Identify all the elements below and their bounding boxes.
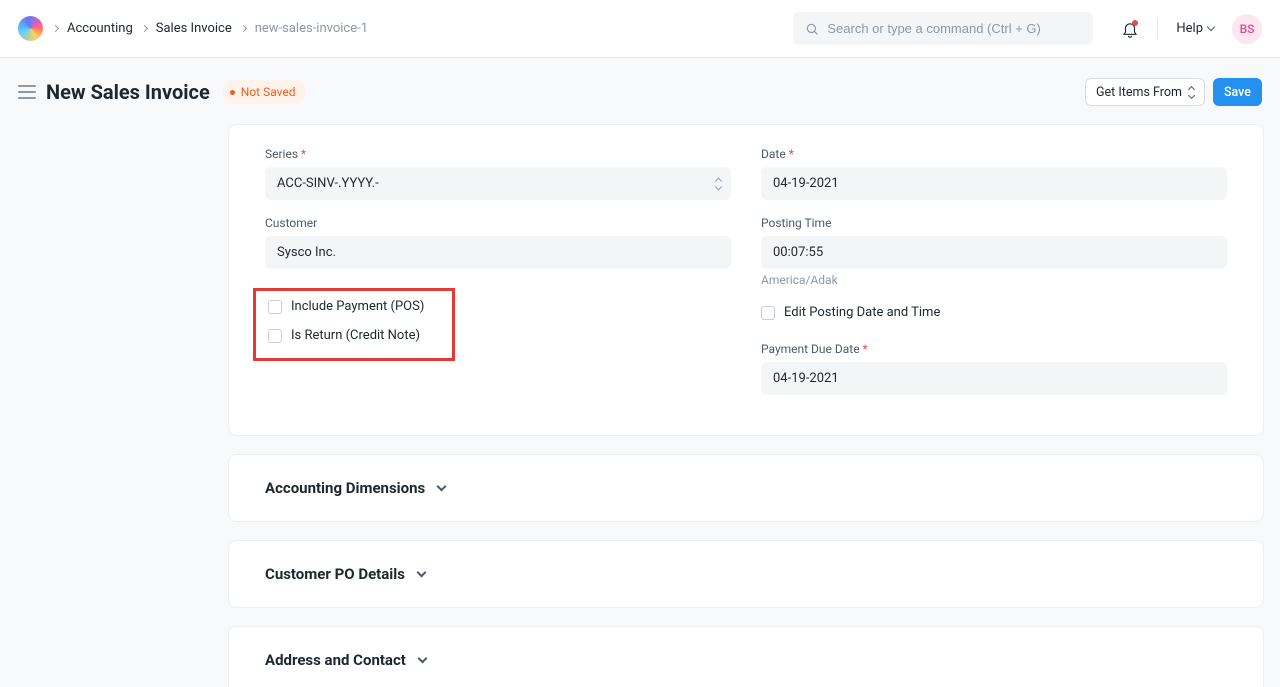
chevron-right-icon: [240, 25, 247, 32]
label-date: Date *: [761, 147, 1227, 161]
include-payment-checkbox[interactable]: [268, 300, 282, 314]
section-accounting-dimensions: Accounting Dimensions: [228, 454, 1264, 522]
select-updown-icon: [1189, 87, 1194, 98]
page-header: New Sales Invoice Not Saved Get Items Fr…: [0, 78, 1280, 124]
notifications-button[interactable]: [1121, 19, 1139, 39]
customer-input[interactable]: Sysco Inc.: [265, 236, 731, 269]
label-customer: Customer: [265, 216, 731, 230]
search-icon: [805, 22, 819, 36]
chevron-right-icon: [141, 25, 148, 32]
page-title: New Sales Invoice: [46, 80, 210, 104]
section-address-contact: Address and Contact: [228, 626, 1264, 687]
is-return-checkbox[interactable]: [268, 329, 282, 343]
posting-time-tz: America/Adak: [761, 273, 1227, 287]
label-posting-time: Posting Time: [761, 216, 1227, 230]
notification-dot-icon: [1132, 20, 1138, 26]
field-include-payment: Include Payment (POS): [268, 299, 424, 314]
help-menu[interactable]: Help: [1176, 21, 1214, 36]
required-icon: *: [863, 342, 868, 356]
breadcrumb-sales-invoice[interactable]: Sales Invoice: [156, 21, 232, 36]
edit-posting-checkbox[interactable]: [761, 306, 775, 320]
section-toggle-accounting-dimensions[interactable]: Accounting Dimensions: [265, 479, 1227, 497]
highlight-box: Include Payment (POS) Is Return (Credit …: [253, 288, 455, 361]
chevron-down-icon: [417, 654, 427, 664]
nav-right: Help BS: [1121, 14, 1262, 44]
field-payment-due-date: Payment Due Date * 04-19-2021: [761, 342, 1227, 395]
chevron-right-icon: [52, 25, 59, 32]
field-customer: Customer Sysco Inc.: [265, 216, 731, 269]
status-badge: Not Saved: [223, 80, 305, 104]
payment-due-date-value: 04-19-2021: [773, 371, 839, 386]
field-series: Series * ACC-SINV-.YYYY.-: [265, 147, 731, 200]
section-toggle-customer-po-details[interactable]: Customer PO Details: [265, 565, 1227, 583]
navbar: Accounting Sales Invoice new-sales-invoi…: [0, 0, 1280, 58]
search-input[interactable]: [827, 21, 1081, 36]
chevron-down-icon: [437, 482, 447, 492]
field-edit-posting: Edit Posting Date and Time: [761, 305, 1227, 320]
save-button[interactable]: Save: [1213, 78, 1262, 106]
series-select[interactable]: ACC-SINV-.YYYY.-: [265, 167, 731, 200]
field-is-return: Is Return (Credit Note): [268, 328, 424, 343]
form-right-column: Date * 04-19-2021 Posting Time 00:07:55 …: [761, 147, 1227, 395]
label-payment-due-date: Payment Due Date *: [761, 342, 1227, 356]
posting-time-value: 00:07:55: [773, 245, 823, 260]
payment-due-date-input[interactable]: 04-19-2021: [761, 362, 1227, 395]
date-input[interactable]: 04-19-2021: [761, 167, 1227, 200]
help-label: Help: [1176, 21, 1203, 36]
required-icon: *: [301, 147, 306, 161]
vertical-divider: [1157, 19, 1158, 39]
label-series: Series *: [265, 147, 731, 161]
chevron-down-icon: [1207, 23, 1215, 31]
main-area: New Sales Invoice Not Saved Get Items Fr…: [0, 58, 1280, 687]
series-value: ACC-SINV-.YYYY.-: [277, 176, 379, 191]
is-return-label: Is Return (Credit Note): [291, 328, 420, 343]
section-title: Accounting Dimensions: [265, 479, 425, 497]
breadcrumb-accounting[interactable]: Accounting: [67, 21, 133, 36]
user-avatar[interactable]: BS: [1232, 14, 1262, 44]
customer-value: Sysco Inc.: [277, 245, 336, 260]
form-card: Series * ACC-SINV-.YYYY.- Customer: [228, 124, 1264, 436]
section-customer-po-details: Customer PO Details: [228, 540, 1264, 608]
section-title: Customer PO Details: [265, 565, 405, 583]
sidebar-toggle-icon[interactable]: [18, 85, 36, 99]
status-dot-icon: [230, 90, 235, 95]
global-search[interactable]: [793, 12, 1093, 45]
breadcrumb-current: new-sales-invoice-1: [255, 21, 368, 36]
field-date: Date * 04-19-2021: [761, 147, 1227, 200]
section-title: Address and Contact: [265, 651, 406, 669]
app-logo[interactable]: [18, 16, 43, 41]
chevron-down-icon: [416, 568, 426, 578]
form-left-column: Series * ACC-SINV-.YYYY.- Customer: [265, 147, 731, 395]
posting-time-input[interactable]: 00:07:55: [761, 236, 1227, 269]
status-text: Not Saved: [241, 85, 296, 99]
get-items-from-label: Get Items From: [1096, 85, 1182, 100]
edit-posting-label: Edit Posting Date and Time: [784, 305, 940, 320]
field-posting-time: Posting Time 00:07:55 America/Adak: [761, 216, 1227, 287]
get-items-from-button[interactable]: Get Items From: [1085, 78, 1205, 106]
section-toggle-address-contact[interactable]: Address and Contact: [265, 651, 1227, 669]
select-updown-icon: [716, 178, 721, 189]
date-value: 04-19-2021: [773, 176, 839, 191]
required-icon: *: [789, 147, 794, 161]
breadcrumb: Accounting Sales Invoice new-sales-invoi…: [53, 21, 368, 36]
include-payment-label: Include Payment (POS): [291, 299, 424, 314]
